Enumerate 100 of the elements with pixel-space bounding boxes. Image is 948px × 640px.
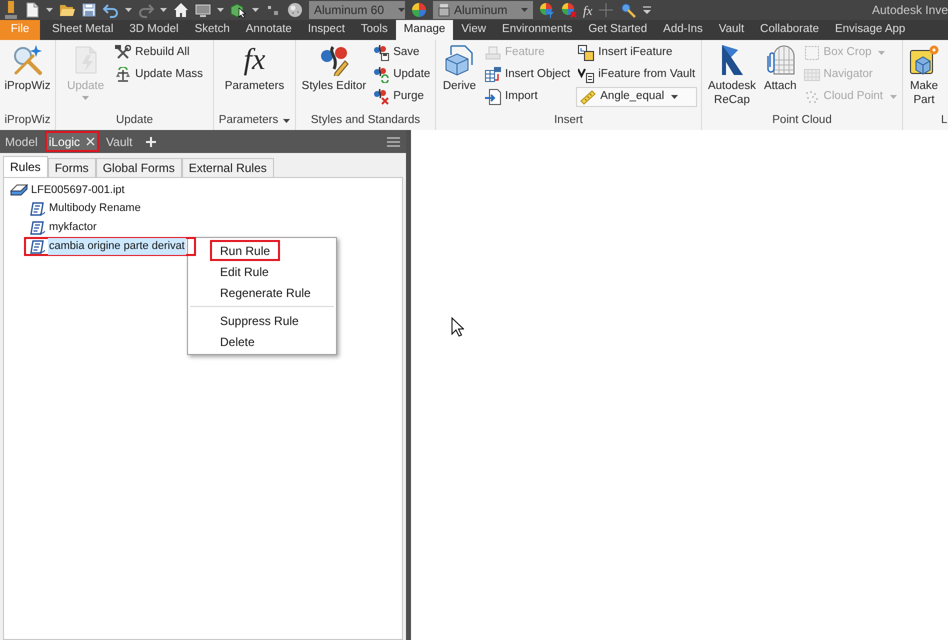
ribbon-tab[interactable]: Annotate xyxy=(238,20,300,40)
menu-item[interactable]: Suppress Rule xyxy=(210,310,309,331)
tree-item[interactable]: Multibody Rename xyxy=(24,199,152,218)
ribbon-tab[interactable]: Environments xyxy=(494,20,580,40)
material-dropdown[interactable]: Aluminum 60 xyxy=(309,1,405,19)
ribbon-tab[interactable]: Vault xyxy=(710,20,752,40)
panel-tab[interactable]: Forms xyxy=(48,158,96,177)
scale-icon xyxy=(115,67,132,83)
app-logo-icon[interactable] xyxy=(4,0,18,20)
ribbon-button[interactable]: Styles Editor xyxy=(298,42,370,112)
cube-page-icon xyxy=(443,44,476,76)
appearance-icon xyxy=(438,3,450,17)
ribbon-button[interactable]: Autodesk ReCap xyxy=(704,42,759,112)
magnifier-icon[interactable] xyxy=(620,2,636,18)
open-folder-icon[interactable] xyxy=(59,2,75,18)
ribbon-button[interactable]: Import xyxy=(483,86,572,108)
ribbon-button[interactable]: Update xyxy=(371,64,432,86)
panel-title: iPropWiz xyxy=(4,113,50,128)
panel-tab[interactable]: Global Forms xyxy=(96,158,182,177)
spheres-refresh-icon xyxy=(373,67,390,83)
script-page-icon xyxy=(29,240,45,254)
ribbon-button[interactable]: Rebuild All xyxy=(113,42,205,64)
ribbon-tab[interactable]: Get Started xyxy=(580,20,656,40)
ribbon-button[interactable]: Attach xyxy=(760,42,800,112)
close-icon[interactable] xyxy=(86,137,96,146)
ribbon-tab[interactable]: Collaborate xyxy=(752,20,827,40)
ribbon-tab[interactable]: Add-Ins xyxy=(655,20,711,40)
color-wheel-funnel-icon[interactable] xyxy=(539,2,555,18)
ribbon-button[interactable]: Purge xyxy=(371,86,432,108)
add-tab-icon[interactable] xyxy=(146,136,156,146)
menu-item[interactable]: Regenerate Rule xyxy=(210,282,321,303)
panel-tab[interactable]: Vault xyxy=(102,131,137,152)
ribbon-button[interactable]: iPropWiz xyxy=(1,42,54,112)
script-page-icon xyxy=(29,220,45,234)
menu-item[interactable]: Edit Rule xyxy=(210,261,279,282)
panel-tab[interactable]: Model xyxy=(1,131,42,152)
ribbon-tab[interactable]: View xyxy=(453,20,494,40)
monitor-icon[interactable] xyxy=(195,2,211,18)
tools-icon xyxy=(115,45,132,61)
caret-icon[interactable] xyxy=(217,8,224,12)
cube-sparkle-icon xyxy=(908,44,940,76)
caret-icon[interactable] xyxy=(252,8,259,12)
color-wheel-delete-icon[interactable] xyxy=(561,2,577,18)
panel-title: Insert xyxy=(554,113,583,128)
ribbon-tab[interactable]: Envisage App xyxy=(826,20,914,40)
ribbon-button[interactable]: Save xyxy=(371,42,432,64)
style-dropdown[interactable]: Angle_equal xyxy=(576,87,698,107)
ribbon-tab[interactable]: Tools xyxy=(352,20,396,40)
panel-tab[interactable]: External Rules xyxy=(182,158,274,177)
panel-title: Point Cloud xyxy=(772,113,832,128)
customize-menu-icon[interactable] xyxy=(642,4,652,16)
ribbon-button[interactable]: iFeature from Vault xyxy=(576,64,698,86)
home-icon[interactable] xyxy=(173,2,189,18)
spheres-save-icon xyxy=(373,45,390,61)
ribbon-button[interactable]: Derive xyxy=(440,42,480,112)
formula-icon: fx xyxy=(244,44,266,76)
point-cloud-icon xyxy=(804,89,820,105)
formula-icon[interactable]: fx xyxy=(583,4,592,16)
caret-icon[interactable] xyxy=(46,8,53,12)
caret-icon xyxy=(283,119,290,123)
ribbon-tab[interactable]: 3D Model xyxy=(121,20,187,40)
menu-icon[interactable] xyxy=(387,136,400,146)
panel-menu-button[interactable]: Parameters xyxy=(218,112,290,130)
ribbon-button[interactable]: Make Part xyxy=(905,42,943,112)
tree-item[interactable]: cambia origine parte derivat xyxy=(24,237,196,256)
panel-title: L xyxy=(941,113,948,128)
panel-title: Styles and Standards xyxy=(310,113,420,128)
ribbon-tab[interactable]: Inspect xyxy=(300,20,353,40)
caret-icon[interactable] xyxy=(125,8,132,12)
panel-tab[interactable]: Rules xyxy=(3,156,48,177)
ribbon-button[interactable]: Insert iFeature xyxy=(576,42,698,64)
panel-tab[interactable]: iLogic xyxy=(44,131,100,152)
cube-cursor-icon[interactable] xyxy=(230,2,246,18)
ribbon-tab[interactable]: Sketch xyxy=(186,20,238,40)
ribbon-button[interactable]: fx Parameters xyxy=(222,42,288,112)
caret-icon xyxy=(398,8,406,12)
ruler-icon xyxy=(580,89,596,105)
menu-item[interactable]: Run Rule xyxy=(210,240,280,261)
window-title: Autodesk Inve xyxy=(872,2,948,19)
magnifier-wand-icon xyxy=(11,44,44,76)
ribbon-button[interactable]: Insert Object xyxy=(483,64,572,86)
tree-item[interactable]: LFE005697-001.ipt xyxy=(9,181,126,199)
ribbon-button[interactable]: Update Mass xyxy=(113,64,205,86)
appearance-dropdown[interactable]: Aluminum xyxy=(433,1,533,19)
script-page-icon xyxy=(29,202,45,216)
sphere-icon[interactable] xyxy=(287,2,303,18)
plate-icon xyxy=(10,184,28,196)
menu-item[interactable]: Delete xyxy=(210,331,265,352)
chevron-box-icon xyxy=(578,67,594,83)
undo-icon[interactable] xyxy=(103,2,119,18)
ribbon-tab[interactable]: Manage xyxy=(396,20,454,40)
color-wheel-icon[interactable] xyxy=(411,2,427,18)
new-file-icon[interactable] xyxy=(24,2,40,18)
save-icon[interactable] xyxy=(81,2,97,18)
tree-item[interactable]: mykfactor xyxy=(24,218,108,237)
cursor-icon xyxy=(451,317,464,337)
caret-icon[interactable] xyxy=(160,8,167,12)
import-icon xyxy=(485,89,502,105)
table-arrow-icon xyxy=(485,67,502,83)
ribbon-tab[interactable]: Sheet Metal xyxy=(44,20,122,40)
